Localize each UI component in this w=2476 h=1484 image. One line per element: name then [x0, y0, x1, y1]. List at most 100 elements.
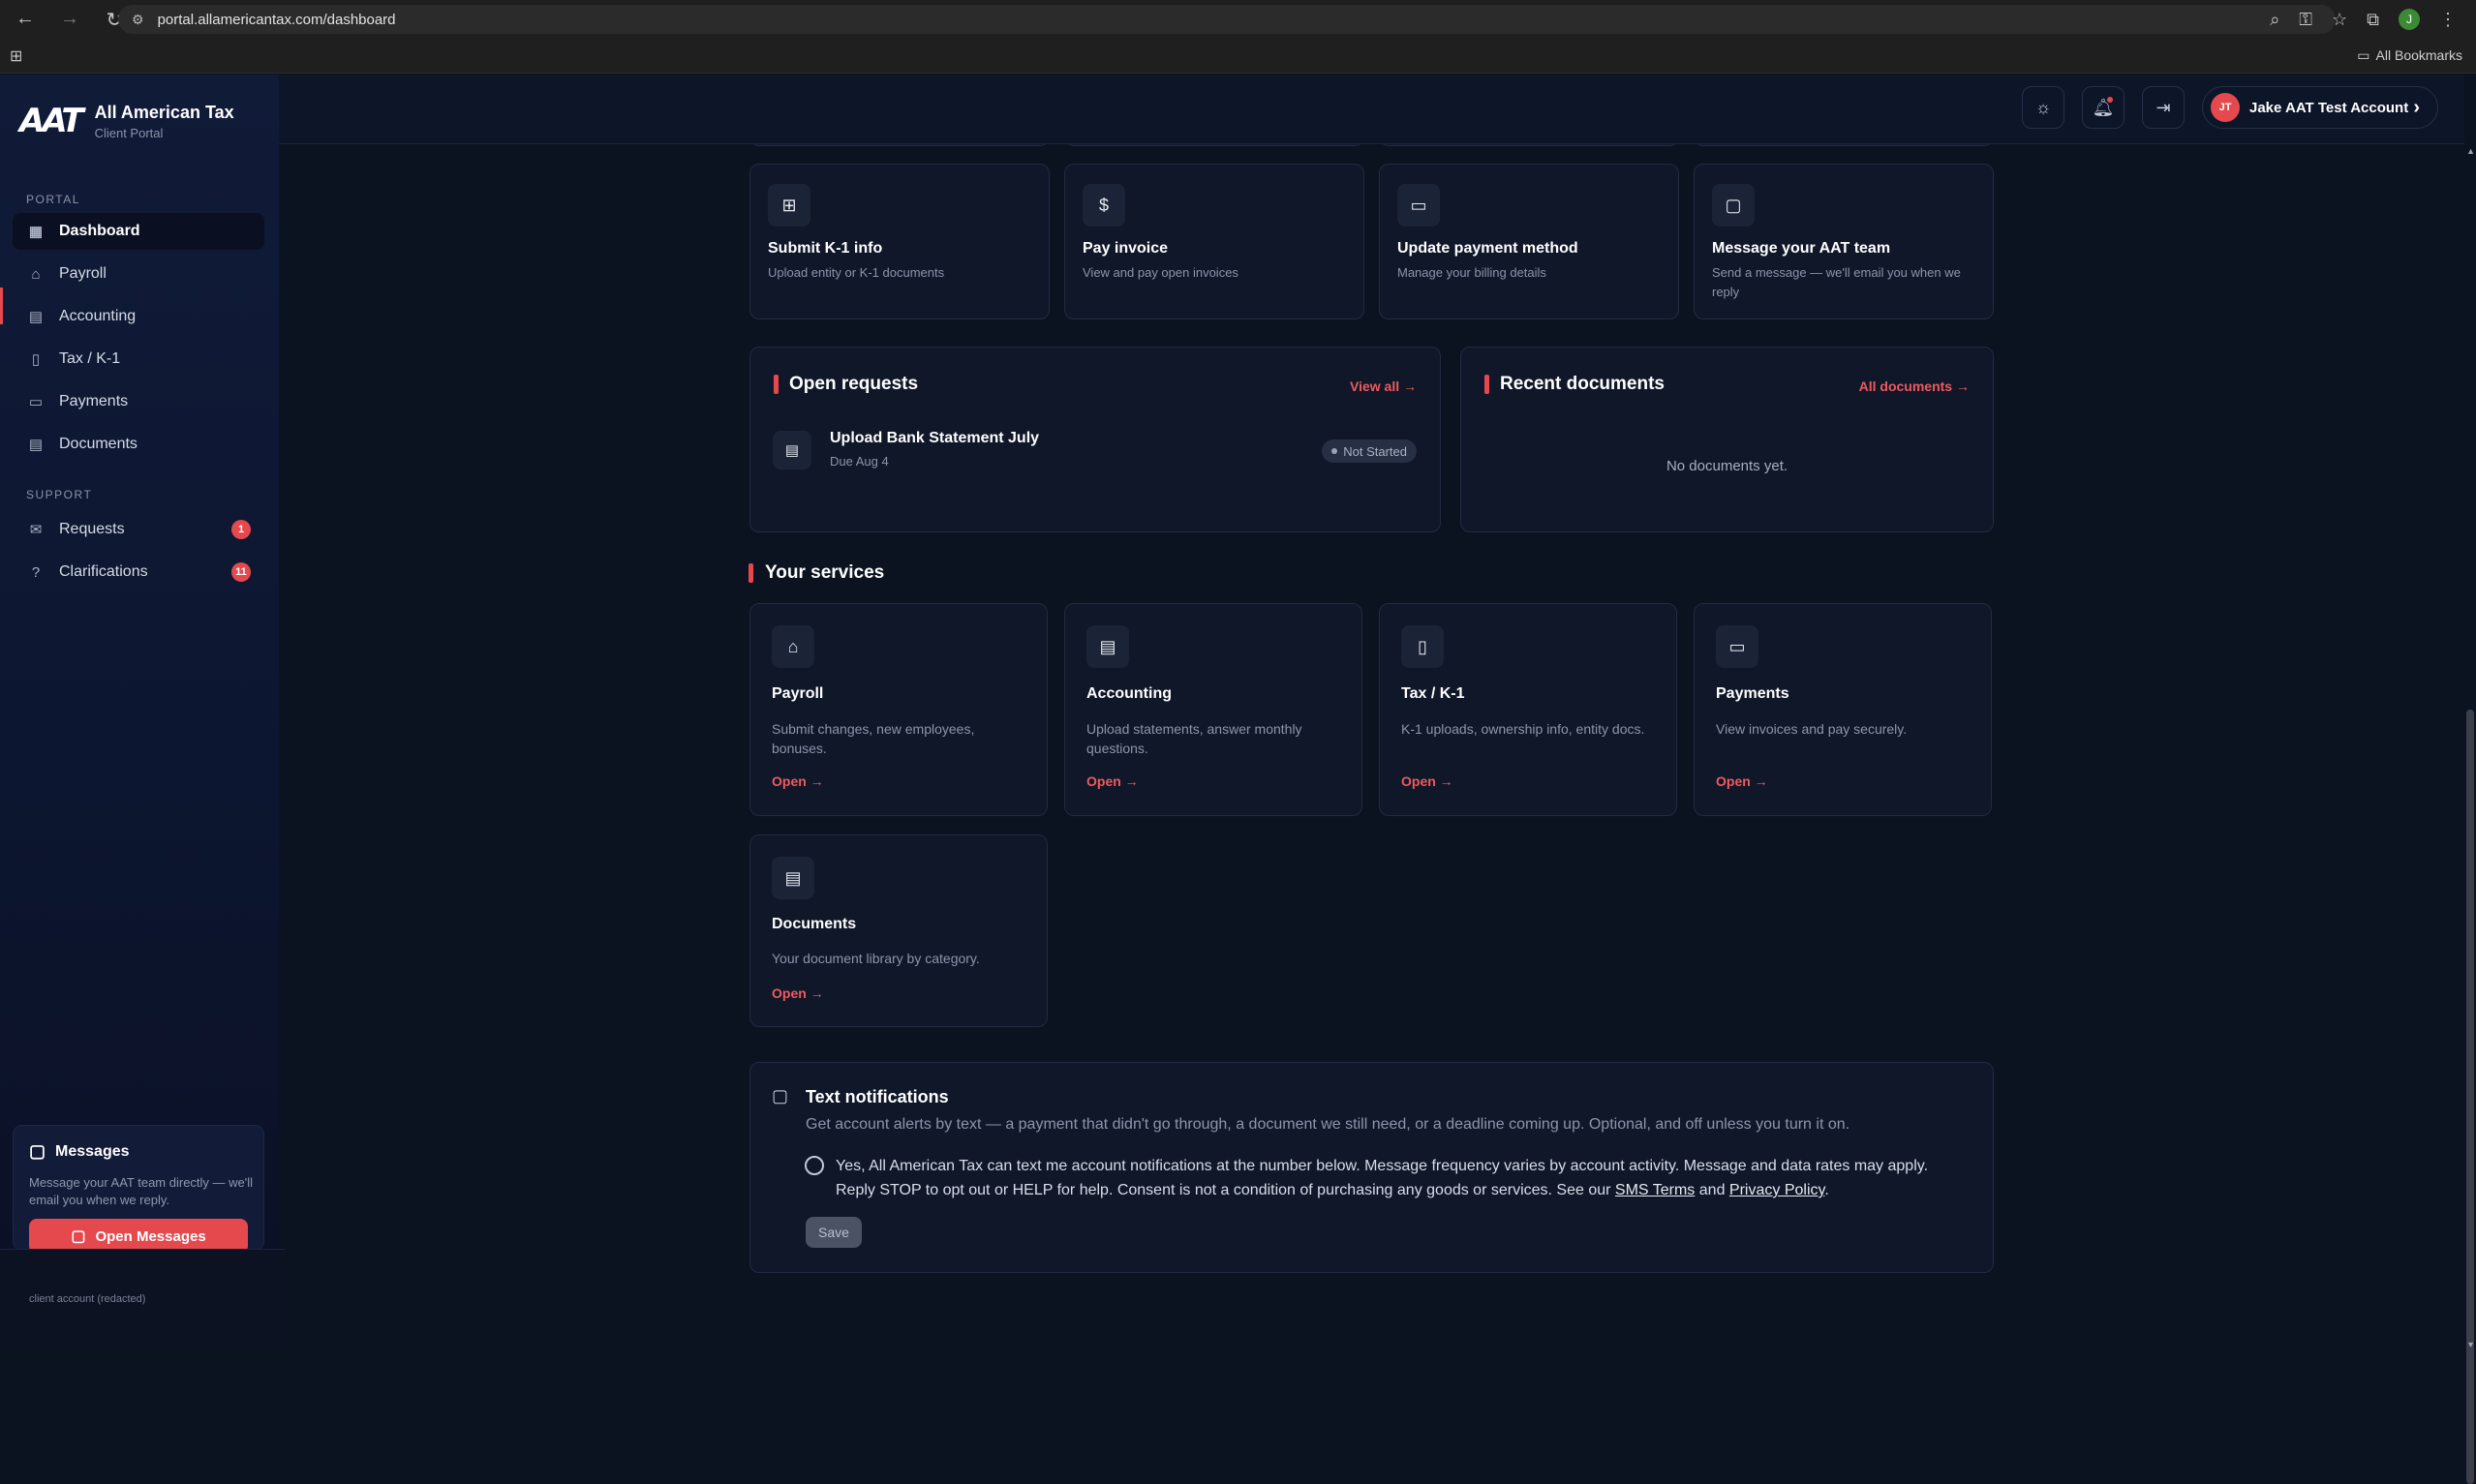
service-card-accounting[interactable]: ▤ Accounting Upload statements, answer m… [1064, 603, 1362, 816]
text-notifications-title: Text notifications [806, 1087, 949, 1106]
sidebar-item-requests[interactable]: ✉ Requests 1 [13, 511, 264, 548]
service-title: Payments [1716, 685, 1789, 702]
service-card-tax-k1[interactable]: ▯ Tax / K-1 K-1 uploads, ownership info,… [1379, 603, 1677, 816]
main-content: ⊞ Submit K-1 info Upload entity or K-1 d… [279, 144, 2464, 1351]
recent-documents-panel: Recent documents All documents → No docu… [1460, 347, 1994, 532]
text-notifications-description: Get account alerts by text — a payment t… [806, 1116, 1850, 1133]
site-info-icon[interactable]: ⚙ [132, 12, 144, 28]
quick-action-title: Pay invoice [1083, 240, 1169, 257]
message-icon: ▢ [29, 1141, 46, 1161]
scroll-up-arrow-icon[interactable]: ▲ [2466, 146, 2475, 156]
service-card-payments[interactable]: ▭ Payments View invoices and pay securel… [1694, 603, 1992, 816]
zoom-icon[interactable]: ⌕ [2270, 10, 2279, 30]
service-desc: Your document library by category. [772, 951, 980, 966]
page-scrollbar[interactable]: ▲ ▼ [2464, 144, 2476, 1484]
top-header: ☼ 🔔︎ ⇥ JT Jake AAT Test Account › [279, 75, 2464, 144]
all-bookmarks[interactable]: ▭ All Bookmarks [2357, 47, 2462, 64]
sms-terms-link[interactable]: SMS Terms [1615, 1182, 1695, 1198]
service-open-link[interactable]: Open → [772, 773, 824, 789]
no-documents-text: No documents yet. [1666, 458, 1788, 474]
menu-icon[interactable]: ⋮ [2439, 10, 2457, 30]
all-bookmarks-label: All Bookmarks [2375, 47, 2462, 63]
panel-accent-bar [774, 375, 779, 394]
sidebar-item-clarifications[interactable]: ? Clarifications 11 [13, 554, 264, 591]
chevron-right-icon: › [2413, 96, 2420, 118]
inbox-icon: ✉ [29, 522, 43, 538]
open-requests-panel: Open requests View all → ▤ Upload Bank S… [749, 347, 1441, 532]
sidebar-item-label: Clarifications [59, 563, 148, 580]
service-open-link[interactable]: Open → [1401, 773, 1453, 789]
request-title[interactable]: Upload Bank Statement July [830, 430, 1039, 447]
back-icon[interactable]: ← [14, 8, 37, 32]
address-bar[interactable]: ⚙ portal.allamericantax.com/dashboard [118, 5, 2336, 34]
quick-action-message-team[interactable]: ▢ Message your AAT team Send a message —… [1694, 164, 1994, 319]
password-key-icon[interactable]: ⚿ [2299, 10, 2312, 30]
sidebar-item-label: Tax / K-1 [59, 350, 121, 367]
file-plus-icon: ⊞ [768, 184, 810, 227]
forward-icon[interactable]: → [58, 8, 81, 32]
service-card-payroll[interactable]: ⌂ Payroll Submit changes, new employees,… [749, 603, 1048, 816]
profile-avatar[interactable]: J [2399, 9, 2420, 30]
view-all-requests-link[interactable]: View all → [1350, 379, 1417, 394]
messages-card: ▢ Messages Message your AAT team directl… [13, 1125, 264, 1254]
service-title: Payroll [772, 685, 824, 702]
consent-and: and [1698, 1182, 1726, 1198]
extensions-icon[interactable]: ⧉ [2367, 10, 2379, 30]
service-open-link[interactable]: Open → [1086, 773, 1139, 789]
quick-action-desc: Manage your billing details [1397, 265, 1546, 280]
quick-action-desc: Upload entity or K-1 documents [768, 265, 945, 280]
status-dot [1331, 448, 1338, 454]
privacy-policy-link[interactable]: Privacy Policy [1729, 1182, 1824, 1198]
service-open-link[interactable]: Open → [772, 985, 824, 1001]
quick-action-title: Submit K-1 info [768, 240, 883, 257]
sidebar-item-payments[interactable]: ▭ Payments [13, 383, 264, 420]
status-badge: Not Started [1322, 439, 1417, 463]
service-desc: K-1 uploads, ownership info, entity docs… [1401, 721, 1645, 737]
file-icon: ▯ [1401, 625, 1444, 668]
sidebar-item-dashboard[interactable]: ▦ Dashboard [13, 213, 264, 250]
folder-icon: ▭ [2357, 47, 2370, 63]
sidebar: AAT All American Tax Client Portal PORTA… [0, 75, 285, 1351]
recent-documents-title: Recent documents [1500, 374, 1665, 394]
sidebar-item-label: Accounting [59, 308, 137, 324]
sms-consent-radio[interactable] [805, 1156, 824, 1175]
file-icon: ▯ [31, 351, 41, 368]
quick-action-desc: Send a message — we'll email you when we… [1712, 265, 1961, 299]
avatar: JT [2211, 93, 2240, 122]
open-messages-label: Open Messages [95, 1227, 206, 1245]
quick-action-update-payment[interactable]: ▭ Update payment method Manage your bill… [1379, 164, 1679, 319]
message-icon: ▢ [71, 1228, 86, 1245]
service-title: Documents [772, 916, 857, 932]
scroll-down-arrow-icon[interactable]: ▼ [2466, 1340, 2475, 1349]
brand-logo: AAT [19, 102, 84, 140]
sidebar-item-documents[interactable]: ▤ Documents [13, 426, 264, 463]
quick-action-title: Message your AAT team [1712, 240, 1891, 257]
consent-line-2: Reply STOP to opt out or HELP for help. … [836, 1182, 1611, 1198]
scrollbar-thumb[interactable] [2466, 710, 2474, 1484]
bookmark-star-icon[interactable]: ☆ [2332, 10, 2347, 30]
quick-action-pay-invoice[interactable]: $ Pay invoice View and pay open invoices [1064, 164, 1364, 319]
service-open-link[interactable]: Open → [1716, 773, 1768, 789]
sidebar-item-payroll[interactable]: ⌂ Payroll [13, 256, 264, 292]
service-card-documents[interactable]: ▤ Documents Your document library by cat… [749, 834, 1048, 1027]
save-button[interactable]: Save [806, 1217, 862, 1248]
brand[interactable]: AAT All American Tax Client Portal [19, 102, 234, 140]
status-text: Not Started [1343, 443, 1407, 459]
quick-action-submit-k1[interactable]: ⊞ Submit K-1 info Upload entity or K-1 d… [749, 164, 1050, 319]
service-desc: Submit changes, new employees, bonuses. [772, 721, 975, 756]
sidebar-item-tax-k1[interactable]: ▯ Tax / K-1 [13, 341, 264, 378]
apps-grid-icon[interactable]: ⊞ [10, 46, 22, 66]
logout-button[interactable]: ⇥ [2142, 86, 2185, 129]
sidebar-footer: client account (redacted) [0, 1249, 285, 1351]
service-title: Accounting [1086, 685, 1172, 702]
browser-toolbar: ← → ↻ ⚙ portal.allamericantax.com/dashbo… [0, 0, 2476, 39]
all-documents-link[interactable]: All documents → [1859, 379, 1970, 394]
messages-description: Message your AAT team directly — we'll e… [29, 1175, 254, 1207]
notifications-button[interactable]: 🔔︎ [2082, 86, 2124, 129]
clipboard-icon: ▤ [28, 437, 44, 453]
card-stub [1694, 144, 1994, 146]
sidebar-item-accounting[interactable]: ▤ Accounting [13, 298, 264, 335]
theme-toggle-button[interactable]: ☼ [2022, 86, 2064, 129]
service-desc: Upload statements, answer monthly questi… [1086, 721, 1302, 756]
account-menu-button[interactable]: JT Jake AAT Test Account › [2202, 86, 2438, 129]
